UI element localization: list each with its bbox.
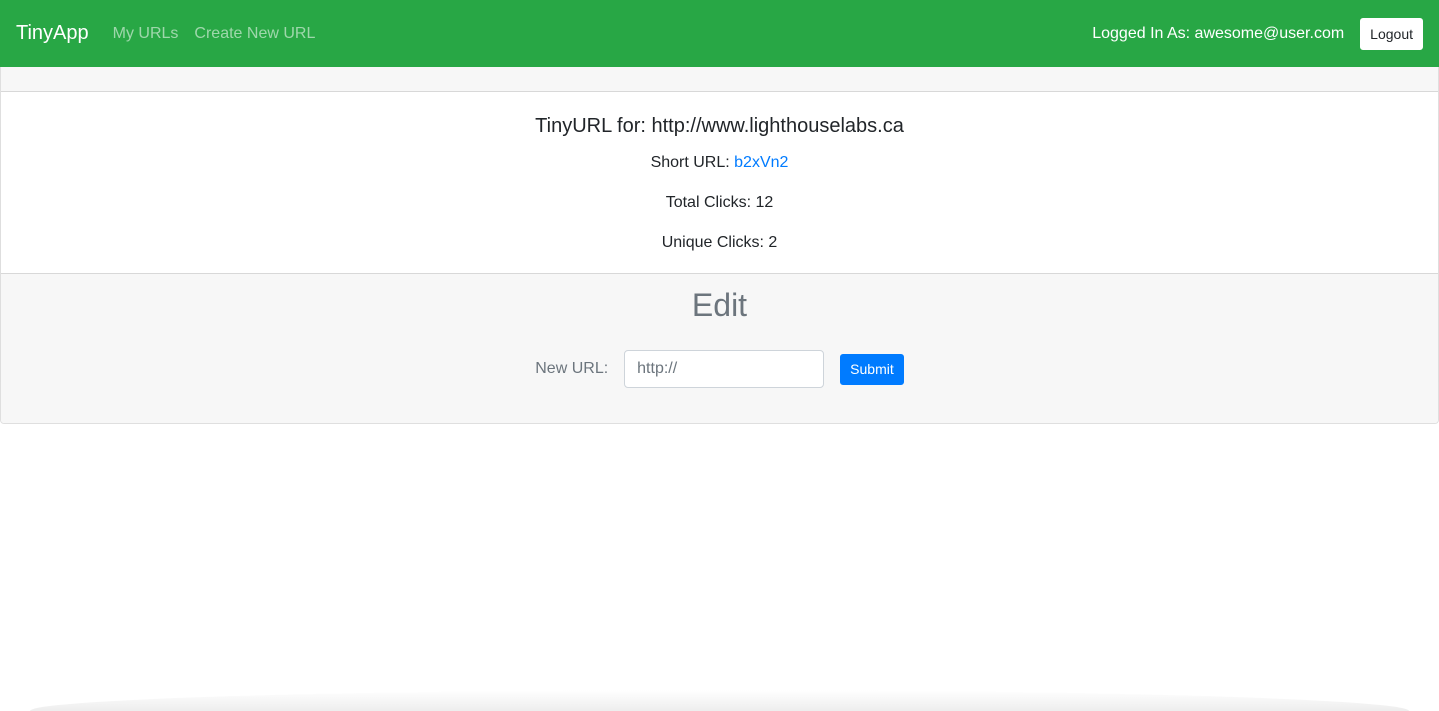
nav-link-my-urls[interactable]: My URLs	[113, 25, 179, 43]
new-url-label: New URL:	[535, 360, 609, 377]
short-url-row: Short URL: b2xVn2	[1, 151, 1438, 175]
new-url-input[interactable]	[624, 350, 825, 388]
submit-button[interactable]: Submit	[840, 353, 904, 385]
unique-clicks-text: Unique Clicks: 2	[661, 234, 778, 251]
logout-button[interactable]: Logout	[1360, 17, 1423, 50]
url-title: TinyURL for: http://www.lighthouselabs.c…	[535, 115, 904, 137]
short-url-link[interactable]: b2xVn2	[734, 154, 788, 171]
total-clicks-text: Total Clicks: 12	[665, 194, 774, 211]
short-url-label: Short URL:	[650, 154, 735, 171]
edit-title: Edit	[691, 287, 748, 323]
nav-link-create-new-url[interactable]: Create New URL	[194, 25, 315, 43]
top-navbar: TinyApp My URLs Create New URL Logged In…	[0, 0, 1439, 67]
edit-url-form: New URL: Submit	[1, 350, 1438, 388]
navbar-user-area: Logged In As: awesome@user.com Logout	[1092, 17, 1423, 50]
logged-in-user-text: Logged In As: awesome@user.com	[1092, 24, 1345, 42]
url-details: TinyURL for: http://www.lighthouselabs.c…	[1, 92, 1438, 273]
card-header	[1, 67, 1438, 92]
window-bottom-shadow	[30, 690, 1409, 711]
brand-link[interactable]: TinyApp	[16, 22, 89, 45]
edit-section: Edit New URL: Submit	[1, 273, 1438, 423]
url-card: TinyURL for: http://www.lighthouselabs.c…	[0, 67, 1439, 424]
